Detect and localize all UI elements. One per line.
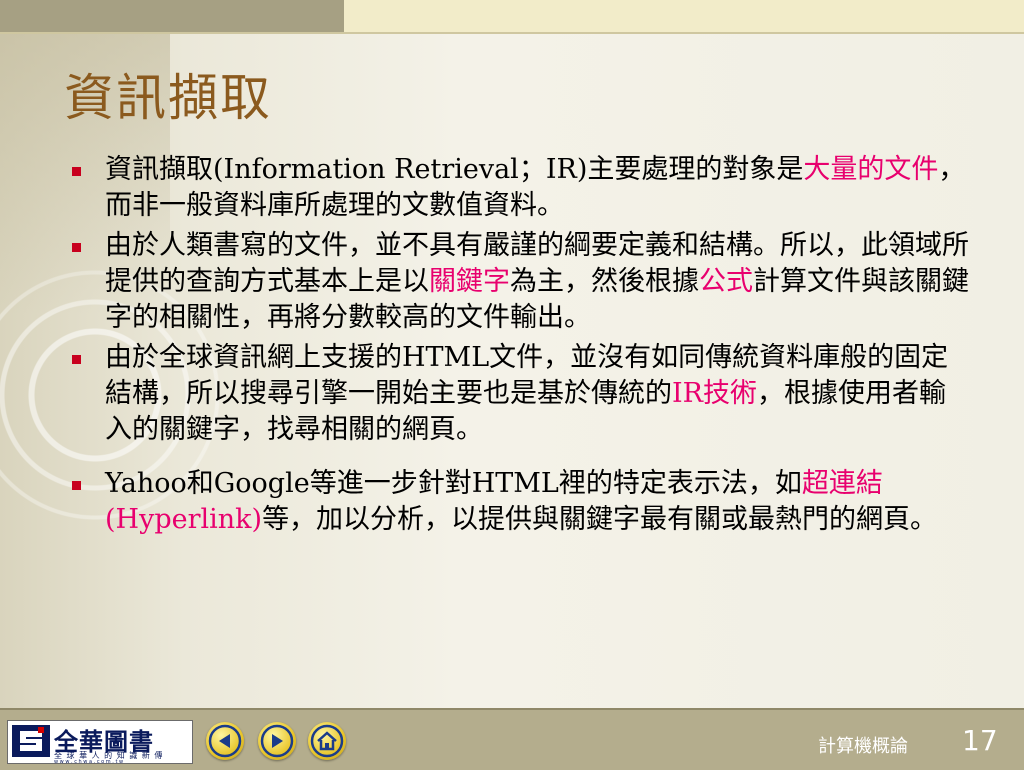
publisher-logo[interactable]: 全華圖書 全 球 華 人 的 知 識 新 傳 w w w . c h w a .… <box>7 720 193 765</box>
back-arrow-icon <box>208 724 242 758</box>
bullet-text: 資訊擷取(Information Retrieval；IR)主要處理的對象是大量… <box>105 154 965 221</box>
bullet-text-run: 等，加以分析，以提供與關鍵字最有關或最熱門的網頁。 <box>262 504 938 535</box>
bullet-text-run: 為主，然後根據 <box>510 266 699 297</box>
slide-title: 資訊擷取 <box>64 69 272 127</box>
course-name: 計算機概論 <box>818 736 908 757</box>
bullet-square-icon <box>72 355 81 364</box>
forward-button[interactable] <box>258 722 296 760</box>
home-button[interactable] <box>308 722 346 760</box>
forward-arrow-icon <box>260 724 294 758</box>
page-number: 17 <box>962 724 998 757</box>
bullet-text-run: Yahoo和Google等進一步針對HTML裡的特定表示法，如 <box>105 468 802 499</box>
bullet-text: Yahoo和Google等進一步針對HTML裡的特定表示法，如超連結(Hyper… <box>105 468 937 535</box>
bullet-highlight-run: 公式 <box>699 266 753 297</box>
bullet-list: 資訊擷取(Information Retrieval；IR)主要處理的對象是大量… <box>72 152 972 542</box>
bullet-highlight-run: 大量的文件 <box>803 154 939 185</box>
bullet-text: 由於全球資訊網上支援的HTML文件，並沒有如同傳統資料庫般的固定結構，所以搜尋引… <box>105 342 948 445</box>
bullet-text-run: 資訊擷取(Information Retrieval；IR)主要處理的對象是 <box>105 154 804 185</box>
bullet-square-icon <box>72 243 81 252</box>
bullet-text: 由於人類書寫的文件，並不具有嚴謹的綱要定義和結構。所以，此領域所提供的查詢方式基… <box>105 230 969 333</box>
publisher-mark-icon <box>12 725 50 757</box>
footer-bar: 全華圖書 全 球 華 人 的 知 識 新 傳 w w w . c h w a .… <box>0 708 1024 770</box>
bullet-highlight-run: IR技術 <box>672 378 757 409</box>
bullet-item: 由於人類書寫的文件，並不具有嚴謹的綱要定義和結構。所以，此領域所提供的查詢方式基… <box>72 228 972 336</box>
bullet-square-icon <box>72 481 81 490</box>
publisher-url: w w w . c h w a . c o m . t w <box>54 759 124 765</box>
bullet-square-icon <box>72 167 81 176</box>
bullet-item: Yahoo和Google等進一步針對HTML裡的特定表示法，如超連結(Hyper… <box>72 466 972 538</box>
top-bar-left <box>0 0 344 32</box>
top-bar-right <box>344 0 1024 32</box>
bullet-item: 資訊擷取(Information Retrieval；IR)主要處理的對象是大量… <box>72 152 972 224</box>
home-icon <box>310 724 344 758</box>
bullet-item: 由於全球資訊網上支援的HTML文件，並沒有如同傳統資料庫般的固定結構，所以搜尋引… <box>72 340 972 448</box>
back-button[interactable] <box>206 722 244 760</box>
bullet-highlight-run: 關鍵字 <box>429 266 510 297</box>
